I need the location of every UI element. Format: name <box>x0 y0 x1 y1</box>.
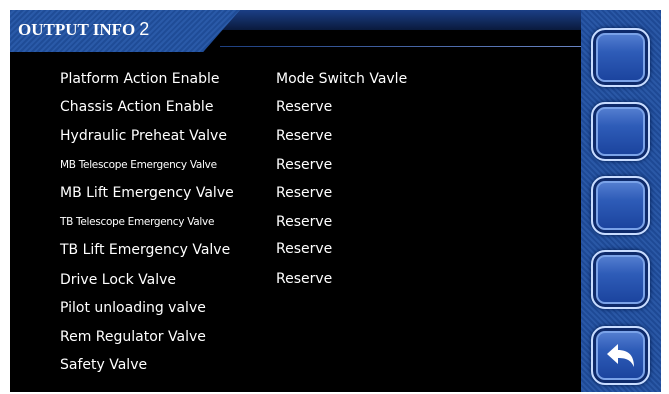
value-mb-lift-emergency-valve: Reserve <box>276 185 333 201</box>
label-mb-telescope-emergency-valve: MB Telescope Emergency Valve <box>60 159 217 171</box>
value-mb-telescope-emergency-valve: Reserve <box>276 157 333 173</box>
label-rem-regulator-valve: Rem Regulator Valve <box>60 329 206 345</box>
page-title: OUTPUT INFO 2 <box>18 19 149 40</box>
hmi-screen: OUTPUT INFO 2 Platform Action Enable Mode… <box>10 10 661 392</box>
side-button-3[interactable] <box>591 176 650 235</box>
side-button-panel <box>581 10 661 392</box>
value-hydraulic-preheat-valve: Reserve <box>276 128 333 144</box>
back-button[interactable] <box>591 326 650 385</box>
value-tb-telescope-emergency-valve: Reserve <box>276 214 333 230</box>
label-pilot-unloading-valve: Pilot unloading valve <box>60 300 206 316</box>
label-mb-lift-emergency-valve: MB Lift Emergency Valve <box>60 185 234 201</box>
side-button-2[interactable] <box>591 102 650 161</box>
label-platform-action-enable: Platform Action Enable <box>60 71 220 87</box>
value-tb-lift-emergency-valve: Reserve <box>276 241 333 257</box>
label-hydraulic-preheat-valve: Hydraulic Preheat Valve <box>60 128 227 144</box>
label-tb-telescope-emergency-valve: TB Telescope Emergency Valve <box>60 216 215 228</box>
title-divider <box>220 46 590 47</box>
label-safety-valve: Safety Valve <box>60 357 148 373</box>
page-number: 2 <box>139 19 150 39</box>
label-drive-lock-valve: Drive Lock Valve <box>60 272 177 288</box>
side-button-1[interactable] <box>591 28 650 87</box>
value-platform-action-enable: Mode Switch Vavle <box>276 71 408 87</box>
label-chassis-action-enable: Chassis Action Enable <box>60 99 214 115</box>
title-band <box>200 10 585 30</box>
side-button-4[interactable] <box>591 250 650 309</box>
value-drive-lock-valve: Reserve <box>276 271 333 287</box>
value-chassis-action-enable: Reserve <box>276 99 333 115</box>
label-tb-lift-emergency-valve: TB Lift Emergency Valve <box>60 242 231 258</box>
back-arrow-icon <box>607 344 634 367</box>
page-title-text: OUTPUT INFO <box>18 20 136 39</box>
